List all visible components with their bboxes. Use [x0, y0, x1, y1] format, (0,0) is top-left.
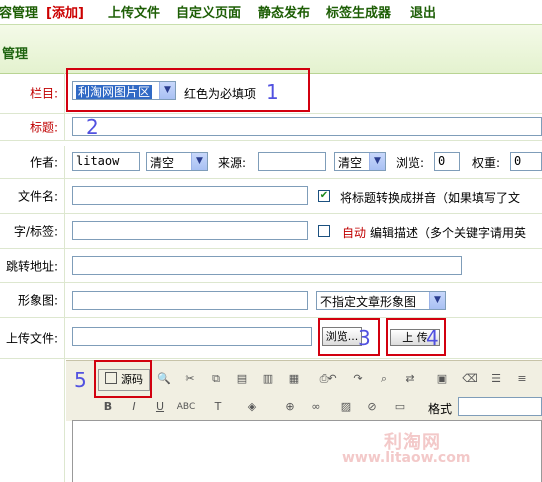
weight-label: 权重:	[472, 156, 501, 170]
annotation-number-1: 1	[266, 80, 279, 104]
replace-icon[interactable]: ⇄	[400, 369, 420, 389]
nav-custom-page[interactable]: 自定义页面	[176, 2, 241, 21]
author-label: 作者:	[29, 155, 58, 170]
find-icon[interactable]: ⌕	[374, 369, 394, 389]
pinyin-label: 将标题转换成拼音（如果填写了文	[340, 191, 521, 205]
row-keywords: 字/标签: 自动 编辑描述（多个关键字请用英	[0, 214, 542, 249]
nav-upload[interactable]: 上传文件	[108, 2, 160, 21]
flash-icon[interactable]: ⊘	[362, 397, 382, 417]
strike-icon[interactable]: ABC	[176, 397, 196, 417]
filename-label: 文件名:	[17, 189, 58, 204]
cut-icon[interactable]: ✂	[180, 369, 200, 389]
filename-input[interactable]	[72, 186, 308, 205]
source-label: 来源:	[218, 156, 247, 170]
select-all-icon[interactable]: ▣	[432, 369, 452, 389]
unlink-icon[interactable]: ∞	[306, 397, 326, 417]
annotation-number-3: 3	[358, 326, 371, 350]
top-nav: 内容管理 [添加] 上传文件 自定义页面 静态发布 标签生成器 退出	[0, 0, 542, 22]
views-input[interactable]: 0	[434, 152, 460, 171]
preview-icon[interactable]: 🔍	[154, 369, 174, 389]
image-label: 形象图:	[17, 293, 58, 308]
upload-file-input[interactable]	[72, 327, 312, 346]
chevron-down-icon: ▼	[369, 153, 385, 170]
chevron-down-icon: ▼	[429, 292, 445, 309]
weight-input[interactable]: 0	[510, 152, 542, 171]
cms-window: 内容管理 [添加] 上传文件 自定义页面 静态发布 标签生成器 退出 管理 栏目…	[0, 0, 542, 482]
paste-text-icon[interactable]: ▥	[258, 369, 278, 389]
section-title: 管理	[2, 47, 29, 62]
table-icon[interactable]: ▭	[390, 397, 410, 417]
paste-word-icon[interactable]: ▦	[284, 369, 304, 389]
title-input[interactable]	[72, 117, 542, 136]
views-label: 浏览:	[396, 156, 425, 170]
divider	[64, 358, 65, 482]
annotation-number-2: 2	[86, 115, 99, 139]
nav-static-publish[interactable]: 静态发布	[258, 2, 310, 21]
image-select[interactable]: 不指定文章形象图 ▼	[316, 291, 446, 310]
row-image: 形象图: 不指定文章形象图 ▼	[0, 283, 542, 318]
image-input[interactable]	[72, 291, 308, 310]
column-label: 栏目:	[29, 86, 58, 101]
eraser-icon[interactable]: ⌫	[460, 369, 480, 389]
format-label: 格式	[428, 402, 453, 416]
watermark-url: www.litaow.com	[342, 450, 471, 466]
bullet-list-icon[interactable]: ≡	[512, 369, 532, 389]
undo-icon[interactable]: ↶	[322, 369, 342, 389]
row-redirect: 跳转地址:	[0, 249, 542, 283]
keyword-label: 字/标签:	[13, 224, 58, 239]
author-input[interactable]: litaow	[72, 152, 140, 171]
redo-icon[interactable]: ↷	[348, 369, 368, 389]
annotation-number-5: 5	[74, 368, 87, 392]
title-label: 标题:	[29, 120, 58, 135]
keyword-input[interactable]	[72, 221, 308, 240]
link-icon[interactable]: ⊕	[280, 397, 300, 417]
source-clear-select[interactable]: 清空 ▼	[334, 152, 386, 171]
redirect-label: 跳转地址:	[5, 259, 58, 273]
section-header: 管理	[0, 24, 542, 74]
auto-desc-checkbox[interactable]	[318, 225, 330, 237]
source-input[interactable]	[258, 152, 326, 171]
auto-desc-label: 编辑描述（多个关键字请用英	[370, 226, 527, 240]
auto-label: 自动	[342, 226, 367, 240]
chevron-down-icon: ▼	[191, 153, 207, 170]
row-filename: 文件名: ✔ 将标题转换成拼音（如果填写了文	[0, 179, 542, 214]
editor-content-area[interactable]	[72, 420, 542, 482]
redirect-input[interactable]	[72, 256, 462, 275]
copy-icon[interactable]: ⧉	[206, 369, 226, 389]
paste-icon[interactable]: ▤	[232, 369, 252, 389]
italic-icon[interactable]: I	[124, 397, 144, 417]
bg-color-icon[interactable]: ◈	[242, 397, 262, 417]
nav-logout[interactable]: 退出	[410, 2, 436, 21]
author-clear-select[interactable]: 清空 ▼	[146, 152, 208, 171]
annotation-box-5	[94, 360, 152, 398]
format-select[interactable]	[458, 397, 542, 416]
nav-add[interactable]: [添加]	[46, 2, 84, 21]
row-author: 作者: litaow 清空 ▼ 来源: 清空 ▼ 浏览: 0 权重: 0	[0, 146, 542, 179]
row-title: 标题:	[0, 114, 542, 141]
upload-label: 上传文件:	[5, 331, 58, 346]
image-icon[interactable]: ▨	[336, 397, 356, 417]
bold-icon[interactable]: B	[98, 397, 118, 417]
nav-tag-generator[interactable]: 标签生成器	[326, 2, 391, 21]
text-color-icon[interactable]: T	[208, 397, 228, 417]
pinyin-checkbox[interactable]: ✔	[318, 190, 330, 202]
annotation-number-4: 4	[426, 326, 439, 350]
numbered-list-icon[interactable]: ☰	[486, 369, 506, 389]
nav-manage[interactable]: 内容管理	[0, 2, 38, 21]
underline-icon[interactable]: U	[150, 397, 170, 417]
row-upload: 上传文件: 浏览... 上 传	[0, 318, 542, 359]
